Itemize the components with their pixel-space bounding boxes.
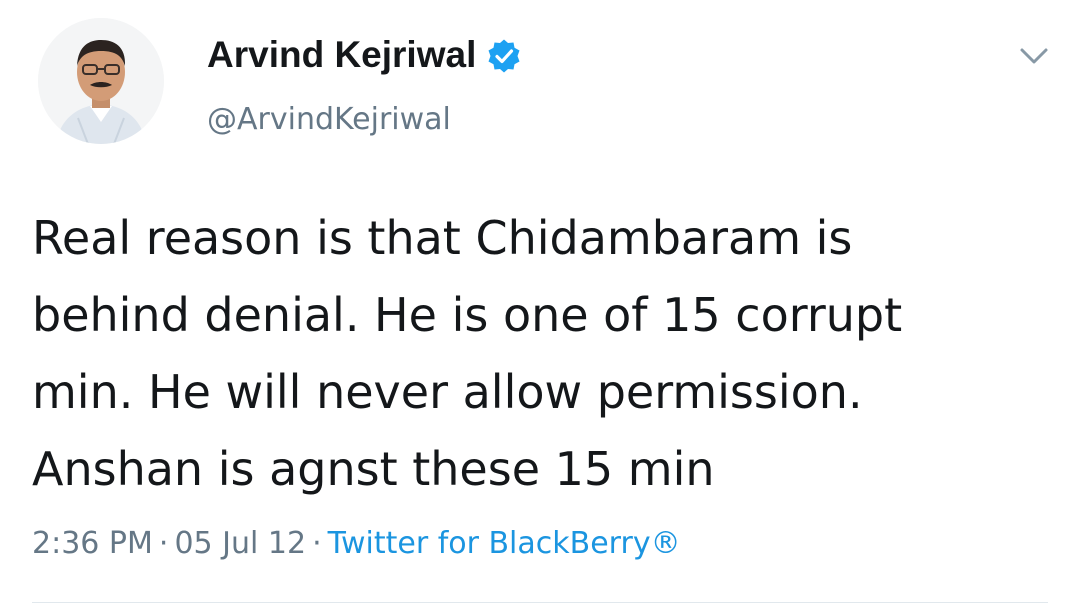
display-name[interactable]: Arvind Kejriwal	[207, 30, 476, 80]
chevron-down-icon[interactable]	[1016, 42, 1052, 70]
avatar[interactable]	[38, 18, 164, 144]
tweet-line: min. He will never allow permission.	[32, 365, 863, 419]
tweet-time[interactable]: 2:36 PM	[32, 526, 153, 561]
tweet-line: Anshan is agnst these 15 min	[32, 442, 715, 496]
tweet-source-link[interactable]: Twitter for BlackBerry®	[328, 526, 681, 561]
tweet-line: behind denial. He is one of 15 corrupt	[32, 288, 903, 342]
tweet-meta: 2:36 PM · 05 Jul 12 · Twitter for BlackBerry…	[32, 520, 681, 568]
profile-photo-icon	[38, 18, 164, 144]
tweet-text: Real reason is that Chidambaram is behin…	[32, 200, 1062, 508]
meta-separator: ·	[312, 526, 322, 561]
author-handle[interactable]: @ArvindKejriwal	[207, 97, 451, 143]
tweet-line: Real reason is that Chidambaram is	[32, 211, 853, 265]
verified-badge-icon	[486, 37, 522, 73]
meta-separator: ·	[158, 526, 169, 561]
author-name-row[interactable]: Arvind Kejriwal	[207, 30, 522, 80]
divider	[32, 602, 1048, 603]
tweet-date[interactable]: 05 Jul 12	[174, 526, 306, 561]
